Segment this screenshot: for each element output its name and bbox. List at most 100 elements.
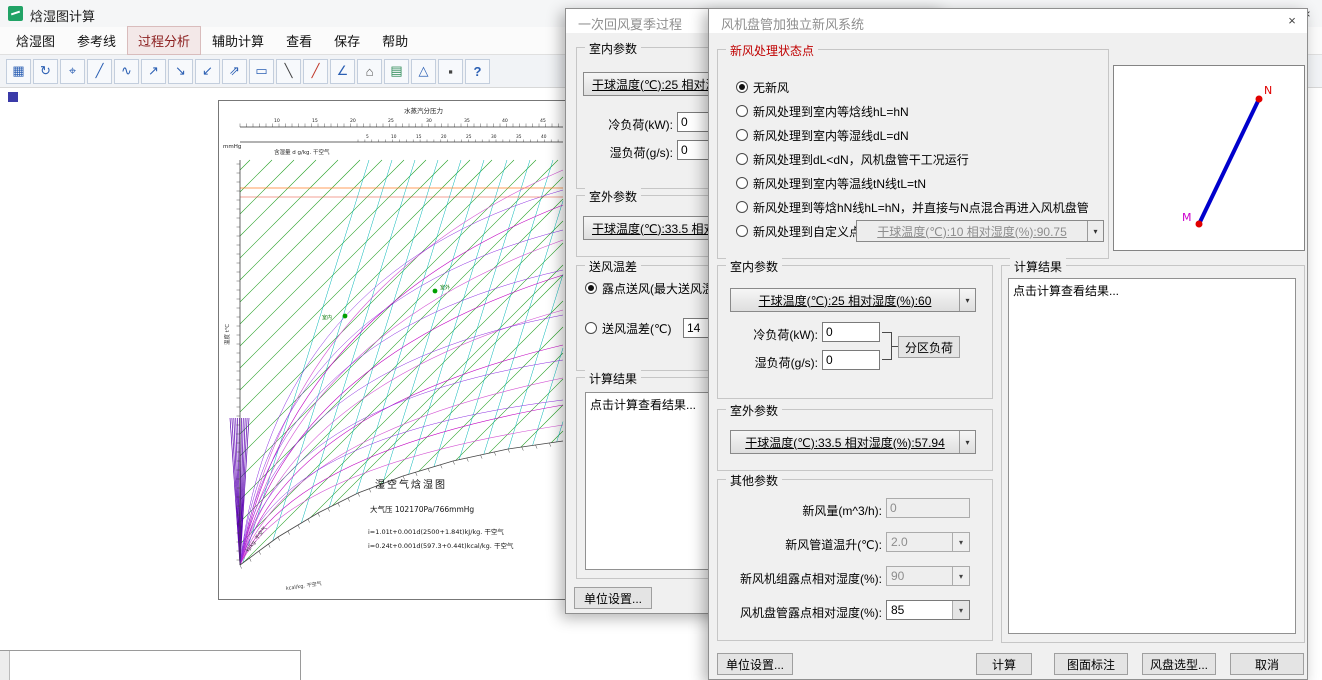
help-icon: ? bbox=[474, 64, 482, 79]
ahu-dew-rh-combo[interactable]: 90 ▾ bbox=[886, 566, 970, 586]
svg-text:30: 30 bbox=[426, 118, 432, 124]
svg-text:35: 35 bbox=[516, 134, 522, 140]
zoom-tool-icon: ⌖ bbox=[69, 63, 76, 79]
toolbar-triangle-button[interactable]: △ bbox=[411, 59, 436, 84]
radio-label: 新风处理到等焓hN线hL=hN，并直接与N点混合再进入风机盘管 bbox=[753, 199, 1089, 216]
fcu-dew-rh-combo[interactable]: 85 ▾ bbox=[886, 600, 970, 620]
dropdown-icon: ▾ bbox=[959, 431, 975, 453]
toolbar-process-arrow-button[interactable]: ⇗ bbox=[222, 59, 247, 84]
ahu-dew-rh-label: 新风机组露点相对湿度(%): bbox=[726, 570, 882, 587]
dialog2-cooling-input[interactable] bbox=[822, 322, 880, 342]
dialog2-outdoor-temp-text: 干球温度(℃):33.5 相对湿度(%):57.94 bbox=[731, 431, 959, 453]
process-se-icon: ↘ bbox=[175, 63, 186, 79]
fcu-dew-rh-value: 85 bbox=[887, 601, 952, 619]
dialog1-cooling-label: 冷负荷(kW): bbox=[577, 116, 673, 133]
calculate-button[interactable]: 计算 bbox=[976, 653, 1032, 675]
toolbar-marker-button[interactable]: ▪ bbox=[438, 59, 463, 84]
radio-iso-moisture[interactable]: 新风处理到室内等湿线dL=dN bbox=[736, 127, 909, 143]
radio-circle-icon bbox=[736, 177, 748, 189]
radio-iso-temperature[interactable]: 新风处理到室内等温线tN线tL=tN bbox=[736, 175, 926, 191]
curve-tool-icon: ∿ bbox=[121, 63, 132, 79]
radio-no-fresh-air[interactable]: 无新风 bbox=[736, 79, 789, 95]
line3-tool-icon: ╱ bbox=[312, 63, 320, 79]
dialog1-unit-settings-button[interactable]: 单位设置... bbox=[574, 587, 652, 609]
radio-label: 新风处理到dL<dN，风机盘管干工况运行 bbox=[753, 151, 969, 168]
menu-reference-lines[interactable]: 参考线 bbox=[67, 27, 126, 54]
menu-process-analysis[interactable]: 过程分析 bbox=[128, 27, 200, 54]
dialog2-moisture-label: 湿负荷(g/s): bbox=[726, 354, 818, 371]
svg-text:40: 40 bbox=[541, 134, 547, 140]
moisture-axis-label: 含湿量 d g/kg. 干空气 bbox=[274, 148, 330, 156]
dialog2-result-label: 计算结果 bbox=[1010, 258, 1066, 275]
svg-text:30: 30 bbox=[491, 134, 497, 140]
menu-aux-calc[interactable]: 辅助计算 bbox=[202, 27, 274, 54]
dialog2-titlebar: 风机盘管加独立新风系统 × bbox=[709, 9, 1307, 33]
dialog1-moisture-label: 湿负荷(g/s): bbox=[577, 144, 673, 161]
app-icon bbox=[8, 6, 23, 21]
dialog2-result-box[interactable]: 点击计算查看结果... bbox=[1008, 278, 1296, 634]
radio-custom-point[interactable]: 新风处理到自定义点 bbox=[736, 223, 861, 239]
toolbar-process-se-button[interactable]: ↘ bbox=[168, 59, 193, 84]
toolbar-line2-button[interactable]: ╲ bbox=[276, 59, 301, 84]
process-line bbox=[1199, 99, 1259, 224]
dialog2-outdoor-temp-button[interactable]: 干球温度(℃):33.5 相对湿度(%):57.94 ▾ bbox=[730, 430, 976, 454]
toolbar-process-sw-button[interactable]: ↙ bbox=[195, 59, 220, 84]
fresh-air-state-group: 新风处理状态点 无新风 新风处理到室内等焓线hL=hN 新风处理到室内等湿线dL… bbox=[717, 49, 1109, 259]
toolbar-line-button[interactable]: ╱ bbox=[87, 59, 112, 84]
angle-tool-icon: ∠ bbox=[337, 63, 349, 79]
duct-rise-combo[interactable]: 2.0 ▾ bbox=[886, 532, 970, 552]
dialog1-dt-radio[interactable]: 送风温差(℃) bbox=[585, 320, 671, 336]
radio-dry-condition[interactable]: 新风处理到dL<dN，风机盘管干工况运行 bbox=[736, 151, 969, 167]
mmhg-label: mmHg bbox=[223, 144, 241, 150]
dialog2-outdoor-label: 室外参数 bbox=[726, 402, 782, 419]
dialog2-indoor-temp-button[interactable]: 干球温度(℃):25 相对湿度(%):60 ▾ bbox=[730, 288, 976, 312]
toolbar-rectangle-button[interactable]: ▭ bbox=[249, 59, 274, 84]
annotate-button[interactable]: 图面标注 bbox=[1054, 653, 1128, 675]
svg-text:35: 35 bbox=[464, 118, 470, 124]
dialog2-result-group: 计算结果 点击计算查看结果... bbox=[1001, 265, 1305, 643]
triangle-icon: △ bbox=[419, 63, 429, 79]
vapor-pressure-axis-label: 水蒸汽分压力 bbox=[404, 106, 443, 115]
toolbar-room-button[interactable]: ⌂ bbox=[357, 59, 382, 84]
fresh-volume-input[interactable] bbox=[886, 498, 970, 518]
custom-point-button[interactable]: 干球温度(℃):10 相对湿度(%):90.75 ▾ bbox=[856, 220, 1104, 242]
notes-icon: ▤ bbox=[390, 63, 402, 79]
toolbar-line3-button[interactable]: ╱ bbox=[303, 59, 328, 84]
dialog2-moisture-input[interactable] bbox=[822, 350, 880, 370]
svg-text:20: 20 bbox=[350, 118, 356, 124]
radio-circle-icon bbox=[736, 105, 748, 117]
menu-view[interactable]: 查看 bbox=[276, 27, 322, 54]
toolbar-curve-button[interactable]: ∿ bbox=[114, 59, 139, 84]
toolbar-zoom-button[interactable]: ⌖ bbox=[60, 59, 85, 84]
fcu-selection-button[interactable]: 风盘选型... bbox=[1142, 653, 1216, 675]
toolbar-help-button[interactable]: ? bbox=[465, 59, 490, 84]
menu-psychrometric[interactable]: 焓湿图 bbox=[6, 27, 65, 54]
zone-load-button[interactable]: 分区负荷 bbox=[898, 336, 960, 358]
toolbar-notes-button[interactable]: ▤ bbox=[384, 59, 409, 84]
radio-iso-enthalpy[interactable]: 新风处理到室内等焓线hL=hN bbox=[736, 103, 909, 119]
app-window: 焓湿图计算 — □ × 焓湿图 参考线 过程分析 辅助计算 查看 保存 帮助 ▦… bbox=[0, 0, 1322, 680]
rectangle-tool-icon: ▭ bbox=[255, 63, 267, 79]
toolbar-process-ne-button[interactable]: ↗ bbox=[141, 59, 166, 84]
indoor-state-point bbox=[343, 314, 348, 319]
psychrometric-chart: 1015202530354045510152025303540 水蒸汽分压力 m… bbox=[218, 100, 568, 600]
radio-mix-before-fcu[interactable]: 新风处理到等焓hN线hL=hN，并直接与N点混合再进入风机盘管 bbox=[736, 199, 1089, 215]
dialog2-unit-settings-button[interactable]: 单位设置... bbox=[717, 653, 793, 675]
toolbar-angle-button[interactable]: ∠ bbox=[330, 59, 355, 84]
m-point bbox=[1196, 221, 1203, 228]
radio-circle-icon bbox=[736, 81, 748, 93]
dialog2-outdoor-group: 室外参数 干球温度(℃):33.5 相对湿度(%):57.94 ▾ bbox=[717, 409, 993, 471]
svg-text:25: 25 bbox=[466, 134, 472, 140]
menu-save[interactable]: 保存 bbox=[324, 27, 370, 54]
toolbar-refresh-button[interactable]: ↻ bbox=[33, 59, 58, 84]
pressure-note: 大气压 102170Pa/766mmHg bbox=[370, 504, 474, 514]
dialog2-cooling-label: 冷负荷(kW): bbox=[726, 326, 818, 343]
process-preview-diagram: N M bbox=[1114, 66, 1302, 248]
menu-help[interactable]: 帮助 bbox=[372, 27, 418, 54]
toolbar-grid-chart-button[interactable]: ▦ bbox=[6, 59, 31, 84]
cancel-button[interactable]: 取消 bbox=[1230, 653, 1304, 675]
radio-circle-icon bbox=[736, 225, 748, 237]
dialog2-close-icon[interactable]: × bbox=[1281, 12, 1303, 30]
dropdown-icon: ▾ bbox=[952, 533, 969, 551]
dialog2-title: 风机盘管加独立新风系统 bbox=[721, 14, 864, 33]
